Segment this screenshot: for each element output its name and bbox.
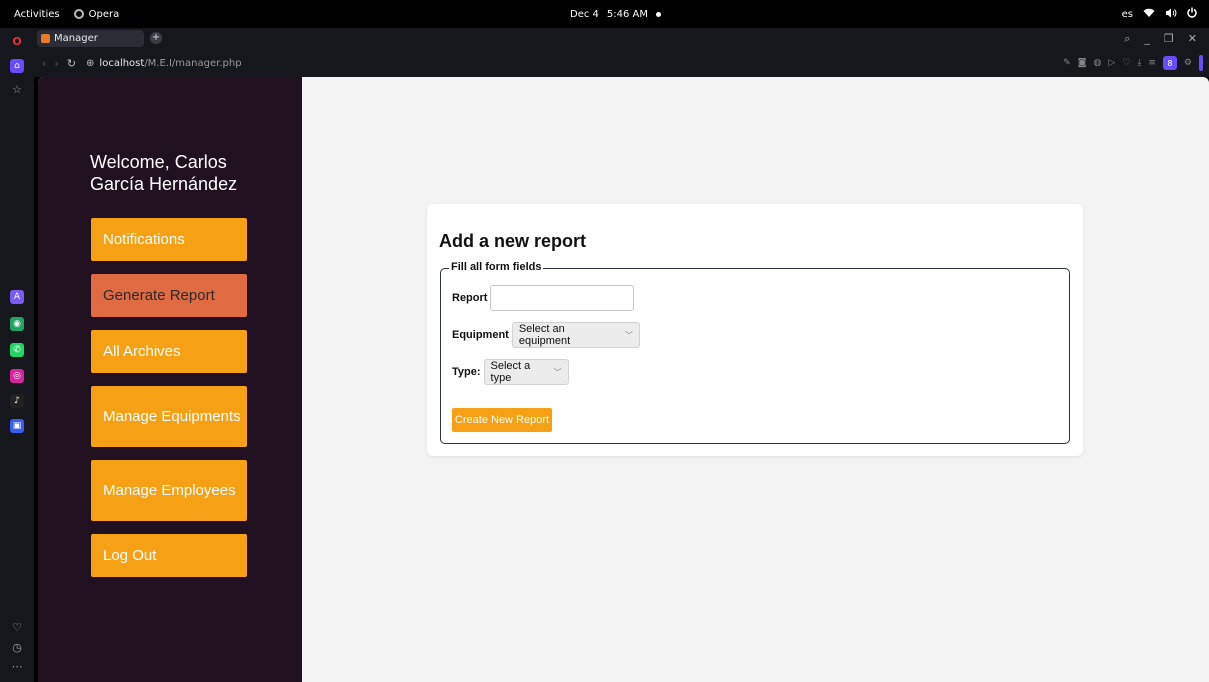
equipment-select[interactable]: Select an equipment ﹀ xyxy=(511,322,640,348)
gnome-top-bar: Activities Opera Dec 4 5:46 AM es xyxy=(0,0,1209,28)
equipment-row: Equipment Select an equipment ﹀ xyxy=(452,322,640,348)
welcome-message: Welcome, Carlos García Hernández xyxy=(90,152,238,194)
forward-icon[interactable]: › xyxy=(54,57,58,70)
screen: Activities Opera Dec 4 5:46 AM es O ⌂ ☆ … xyxy=(0,0,1209,682)
edit-icon[interactable]: ✎ xyxy=(1063,58,1071,68)
restore-icon[interactable]: ❐ xyxy=(1164,32,1174,45)
clock-date: Dec 4 xyxy=(570,8,599,20)
wifi-icon[interactable] xyxy=(1143,8,1155,21)
easy-setup-icon[interactable]: ≡ xyxy=(1148,58,1156,68)
clock[interactable]: Dec 4 5:46 AM xyxy=(570,0,662,28)
search-tabs-icon[interactable]: ⌕ xyxy=(1124,32,1130,46)
close-icon[interactable]: ✕ xyxy=(1188,32,1197,45)
app-menu[interactable]: Opera xyxy=(73,8,120,20)
whatsapp-icon[interactable]: ✆ xyxy=(10,343,24,357)
equipment-label: Equipment xyxy=(452,329,509,341)
download-icon[interactable]: ⤓ xyxy=(1137,58,1141,68)
create-report-button[interactable]: Create New Report xyxy=(452,408,552,432)
equipment-selected: Select an equipment xyxy=(518,323,571,347)
manage-equipments-button[interactable]: Manage Equipments xyxy=(91,386,247,447)
clock-time: 5:46 AM xyxy=(606,8,649,20)
all-archives-button[interactable]: All Archives xyxy=(91,330,247,373)
form-fieldset: Fill all form fields Report Equipment Se… xyxy=(440,261,1070,444)
fieldset-legend: Fill all form fields xyxy=(449,261,544,273)
app-name: Opera xyxy=(88,8,120,20)
report-row: Report xyxy=(452,285,635,311)
log-out-button[interactable]: Log Out xyxy=(91,534,247,577)
power-icon[interactable] xyxy=(1187,7,1197,21)
home-icon[interactable]: ⌂ xyxy=(10,59,24,73)
type-select[interactable]: Select a type ﹀ xyxy=(483,359,569,385)
shield-icon[interactable]: ◍ xyxy=(1094,58,1102,68)
report-label: Report xyxy=(452,292,488,304)
history-icon[interactable]: ◷ xyxy=(10,640,24,654)
report-form-card: Add a new report Fill all form fields Re… xyxy=(427,204,1083,456)
app-sidebar: Welcome, Carlos García Hernández Notific… xyxy=(38,77,302,682)
opera-sidebar: O ⌂ ☆ A ◉ ✆ ◎ ♪ ▣ ♡ ◷ ⋯ xyxy=(0,28,34,682)
aria-icon[interactable]: A xyxy=(10,290,24,304)
notification-dot-icon xyxy=(656,11,662,17)
tab-strip: Manager + ⌕ _ ❐ ✕ xyxy=(34,28,1209,49)
tab-title: Manager xyxy=(54,33,98,44)
tiktok-icon[interactable]: ♪ xyxy=(10,394,24,408)
instagram-icon[interactable]: ◎ xyxy=(10,369,24,383)
report-input[interactable] xyxy=(490,285,635,311)
minimize-icon[interactable]: _ xyxy=(1144,32,1150,45)
favorites-heart-icon[interactable]: ♡ xyxy=(10,620,24,634)
form-title: Add a new report xyxy=(439,231,587,251)
volume-icon[interactable] xyxy=(1165,8,1177,21)
profile-icon[interactable]: 8 xyxy=(1162,56,1177,70)
more-icon[interactable]: ⋯ xyxy=(10,659,24,673)
player-icon[interactable]: ▣ xyxy=(10,419,24,433)
favicon-icon xyxy=(41,34,50,43)
activities-button[interactable]: Activities xyxy=(14,9,60,20)
chevron-down-icon: ﹀ xyxy=(624,330,633,340)
url-field[interactable]: ⊕ localhost/M.E.I/manager.php xyxy=(86,58,242,69)
type-label: Type: xyxy=(452,366,481,378)
extensions-icon[interactable]: ⚙ xyxy=(1184,58,1192,68)
chatgpt-icon[interactable]: ◉ xyxy=(10,317,24,331)
tab-manager[interactable]: Manager xyxy=(37,30,144,47)
keyboard-layout[interactable]: es xyxy=(1122,9,1133,20)
notifications-button[interactable]: Notifications xyxy=(91,218,247,261)
type-row: Type: Select a type ﹀ xyxy=(452,359,569,385)
page-viewport: Welcome, Carlos García Hernández Notific… xyxy=(38,77,1209,682)
new-tab-plus-icon[interactable]: + xyxy=(150,32,162,44)
camera-icon[interactable]: ◙ xyxy=(1078,58,1087,68)
bookmarks-icon[interactable]: ☆ xyxy=(10,82,24,96)
generate-report-button[interactable]: Generate Report xyxy=(91,274,247,317)
opera-menu-icon[interactable]: O xyxy=(10,34,24,48)
back-icon[interactable]: ‹ xyxy=(42,57,46,70)
url-host: localhost xyxy=(99,57,145,69)
chevron-down-icon: ﹀ xyxy=(553,367,562,377)
sidebar-toggle[interactable] xyxy=(1199,55,1203,71)
site-info-icon[interactable]: ⊕ xyxy=(86,58,94,69)
manage-employees-button[interactable]: Manage Employees xyxy=(91,460,247,521)
opera-icon xyxy=(73,9,84,19)
type-selected: Select a type xyxy=(490,360,531,384)
heart-icon[interactable]: ♡ xyxy=(1122,58,1130,68)
play-icon[interactable]: ▷ xyxy=(1108,58,1115,68)
address-bar: ‹ › ↻ ⊕ localhost/M.E.I/manager.php ✎ ◙ … xyxy=(34,49,1209,77)
reload-icon[interactable]: ↻ xyxy=(67,57,76,70)
url-path: /M.E.I/manager.php xyxy=(144,57,242,69)
